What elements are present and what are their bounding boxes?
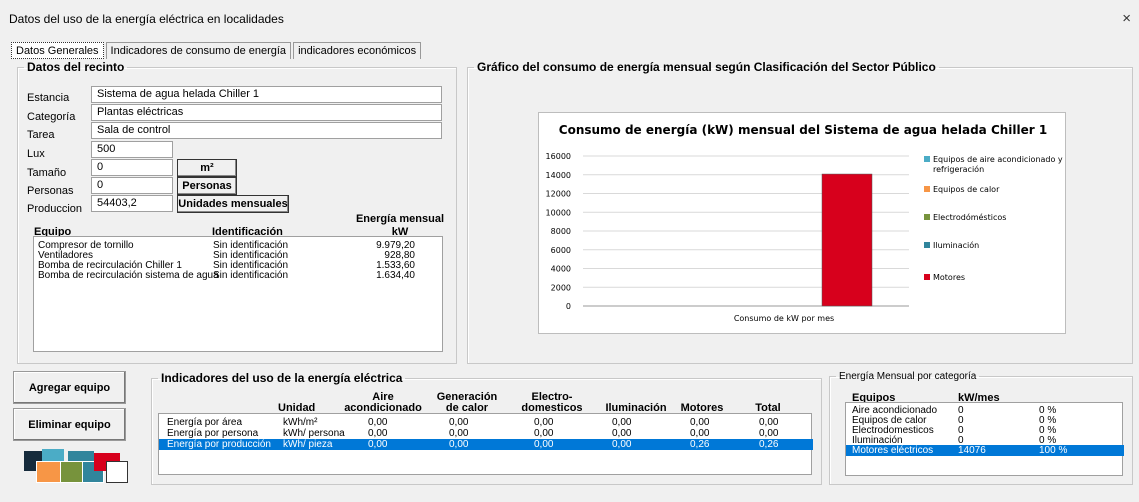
agregar-equipo-button[interactable]: Agregar equipo bbox=[13, 371, 126, 404]
y-tick-label: 14000 bbox=[546, 171, 571, 180]
row-value: 0,00 bbox=[612, 428, 632, 439]
row-name: Energía por persona bbox=[167, 428, 259, 439]
tab-datos-generales[interactable]: Datos Generales bbox=[11, 42, 104, 59]
cat-name: Motores eléctricos bbox=[852, 445, 934, 456]
y-tick-label: 12000 bbox=[546, 190, 571, 199]
personas-field[interactable]: 0 bbox=[91, 177, 173, 194]
tarea-field[interactable]: Sala de control bbox=[91, 122, 442, 139]
row-value: 0,00 bbox=[534, 417, 554, 428]
y-tick-label: 6000 bbox=[551, 246, 571, 255]
indicadores-list[interactable]: Energía por área kWh/m² 0,00 0,00 0,00 0,00 0,… bbox=[158, 413, 813, 475]
table-row[interactable]: Energía por área kWh/m² 0,00 0,00 0,00 0,00 0,… bbox=[159, 417, 813, 428]
legend-label: Equipos de aire acondicionado y bbox=[933, 155, 1063, 164]
row-value: 0,00 bbox=[368, 439, 388, 450]
lux-field[interactable]: 500 bbox=[91, 141, 173, 158]
list-item[interactable]: Motores eléctricos 14076 100 % bbox=[846, 445, 1124, 456]
produccion-label: Produccion bbox=[27, 203, 83, 215]
y-tick-label: 8000 bbox=[551, 227, 571, 236]
legend-swatch bbox=[924, 156, 930, 162]
legend-label: Electrodómésticos bbox=[933, 212, 1006, 222]
row-value: 0,00 bbox=[612, 417, 632, 428]
row-unit: kWh/ persona bbox=[283, 428, 345, 439]
tab-indicadores-economicos[interactable]: indicadores económicos bbox=[293, 42, 422, 59]
categoria-legend: Energía Mensual por categoría bbox=[839, 371, 977, 382]
row-value: 0,00 bbox=[368, 428, 388, 439]
row-name: Energía por área bbox=[167, 417, 243, 428]
legend-label: Equipos de calor bbox=[933, 185, 1000, 194]
row-value: 0,00 bbox=[449, 417, 469, 428]
cat-pct: 100 % bbox=[1039, 445, 1068, 456]
categoria-list[interactable]: Aire acondicionado 0 0 % Equipos de calor 0 0… bbox=[845, 402, 1124, 476]
produccion-field[interactable]: 54403,2 bbox=[91, 195, 173, 212]
grafico-legend: Gráfico del consumo de energía mensual s… bbox=[477, 60, 936, 74]
table-row[interactable]: Energía por producción kWh/ pieza 0,00 0,00… bbox=[159, 439, 813, 450]
y-tick-label: 16000 bbox=[546, 152, 571, 161]
estancia-label: Estancia bbox=[27, 92, 70, 104]
row-value: 0,00 bbox=[690, 417, 710, 428]
row-value: 0,00 bbox=[449, 439, 469, 450]
indicadores-legend: Indicadores del uso de la energía eléctr… bbox=[161, 371, 403, 385]
row-value: 0,00 bbox=[759, 428, 779, 439]
row-value: 0,00 bbox=[534, 439, 554, 450]
recinto-legend: Datos del recinto bbox=[27, 60, 125, 74]
categoria-field[interactable]: Plantas eléctricas bbox=[91, 104, 442, 121]
table-row[interactable]: Energía por persona kWh/ persona 0,00 0,00 0… bbox=[159, 428, 813, 439]
chart-title: Consumo de energía (kW) mensual del Sist… bbox=[559, 123, 1047, 137]
produccion-unit: Unidades mensuales bbox=[177, 195, 289, 213]
y-tick-label: 0 bbox=[566, 302, 571, 311]
y-tick-label: 4000 bbox=[551, 265, 571, 274]
personas-label: Personas bbox=[27, 185, 74, 197]
tarea-label: Tarea bbox=[27, 129, 55, 141]
list-item[interactable]: Bomba de recirculación sistema de agua S… bbox=[34, 270, 444, 281]
row-value: 0,00 bbox=[612, 439, 632, 450]
tab-strip: Datos Generales Indicadores de consumo d… bbox=[11, 42, 423, 59]
row-value: 0,26 bbox=[690, 439, 710, 450]
y-tick-label: 2000 bbox=[551, 283, 571, 292]
row-value: 0,00 bbox=[759, 417, 779, 428]
legend-swatch bbox=[924, 186, 930, 192]
legend-swatch bbox=[924, 242, 930, 248]
window-title: Datos del uso de la energía eléctrica en… bbox=[9, 12, 284, 26]
tamano-unit: m² bbox=[177, 159, 237, 177]
legend-swatch bbox=[924, 214, 930, 220]
legend-label-cont: refrigeración bbox=[933, 164, 984, 174]
row-value: 0,00 bbox=[449, 428, 469, 439]
row-unit: kWh/ pieza bbox=[283, 439, 333, 450]
eliminar-equipo-button[interactable]: Eliminar equipo bbox=[13, 408, 126, 441]
y-tick-label: 10000 bbox=[546, 208, 571, 217]
estancia-field[interactable]: Sistema de agua helada Chiller 1 bbox=[91, 86, 442, 103]
app-logo bbox=[24, 447, 142, 483]
row-value: 0,00 bbox=[690, 428, 710, 439]
energy-chart: Consumo de energía (kW) mensual del Sist… bbox=[546, 123, 1063, 323]
personas-unit: Personas bbox=[177, 177, 237, 195]
close-icon[interactable]: × bbox=[1122, 10, 1131, 27]
row-value: 0,00 bbox=[534, 428, 554, 439]
categoria-label: Categoría bbox=[27, 111, 76, 123]
bar-5 bbox=[821, 173, 873, 307]
lux-label: Lux bbox=[27, 148, 45, 160]
tamano-field[interactable]: 0 bbox=[91, 159, 173, 176]
row-value: 0,00 bbox=[368, 417, 388, 428]
row-name: Energía por producción bbox=[167, 439, 271, 450]
x-tick-label: Consumo de kW por mes bbox=[734, 314, 834, 323]
legend-label: Motores bbox=[933, 273, 965, 282]
row-unit: kWh/m² bbox=[283, 417, 318, 428]
equipos-list[interactable]: Compresor de tornillo Sin identificación… bbox=[33, 236, 443, 352]
legend-swatch bbox=[924, 274, 930, 280]
row-value: 0,26 bbox=[759, 439, 779, 450]
chart-area: Consumo de energía (kW) mensual del Sist… bbox=[538, 112, 1066, 334]
tamano-label: Tamaño bbox=[27, 167, 67, 179]
tab-indicadores-consumo[interactable]: Indicadores de consumo de energía bbox=[105, 42, 292, 59]
cat-kw: 14076 bbox=[958, 445, 986, 456]
legend-label: Iluminación bbox=[933, 240, 979, 250]
col-energia: Energía mensual bbox=[355, 213, 445, 225]
